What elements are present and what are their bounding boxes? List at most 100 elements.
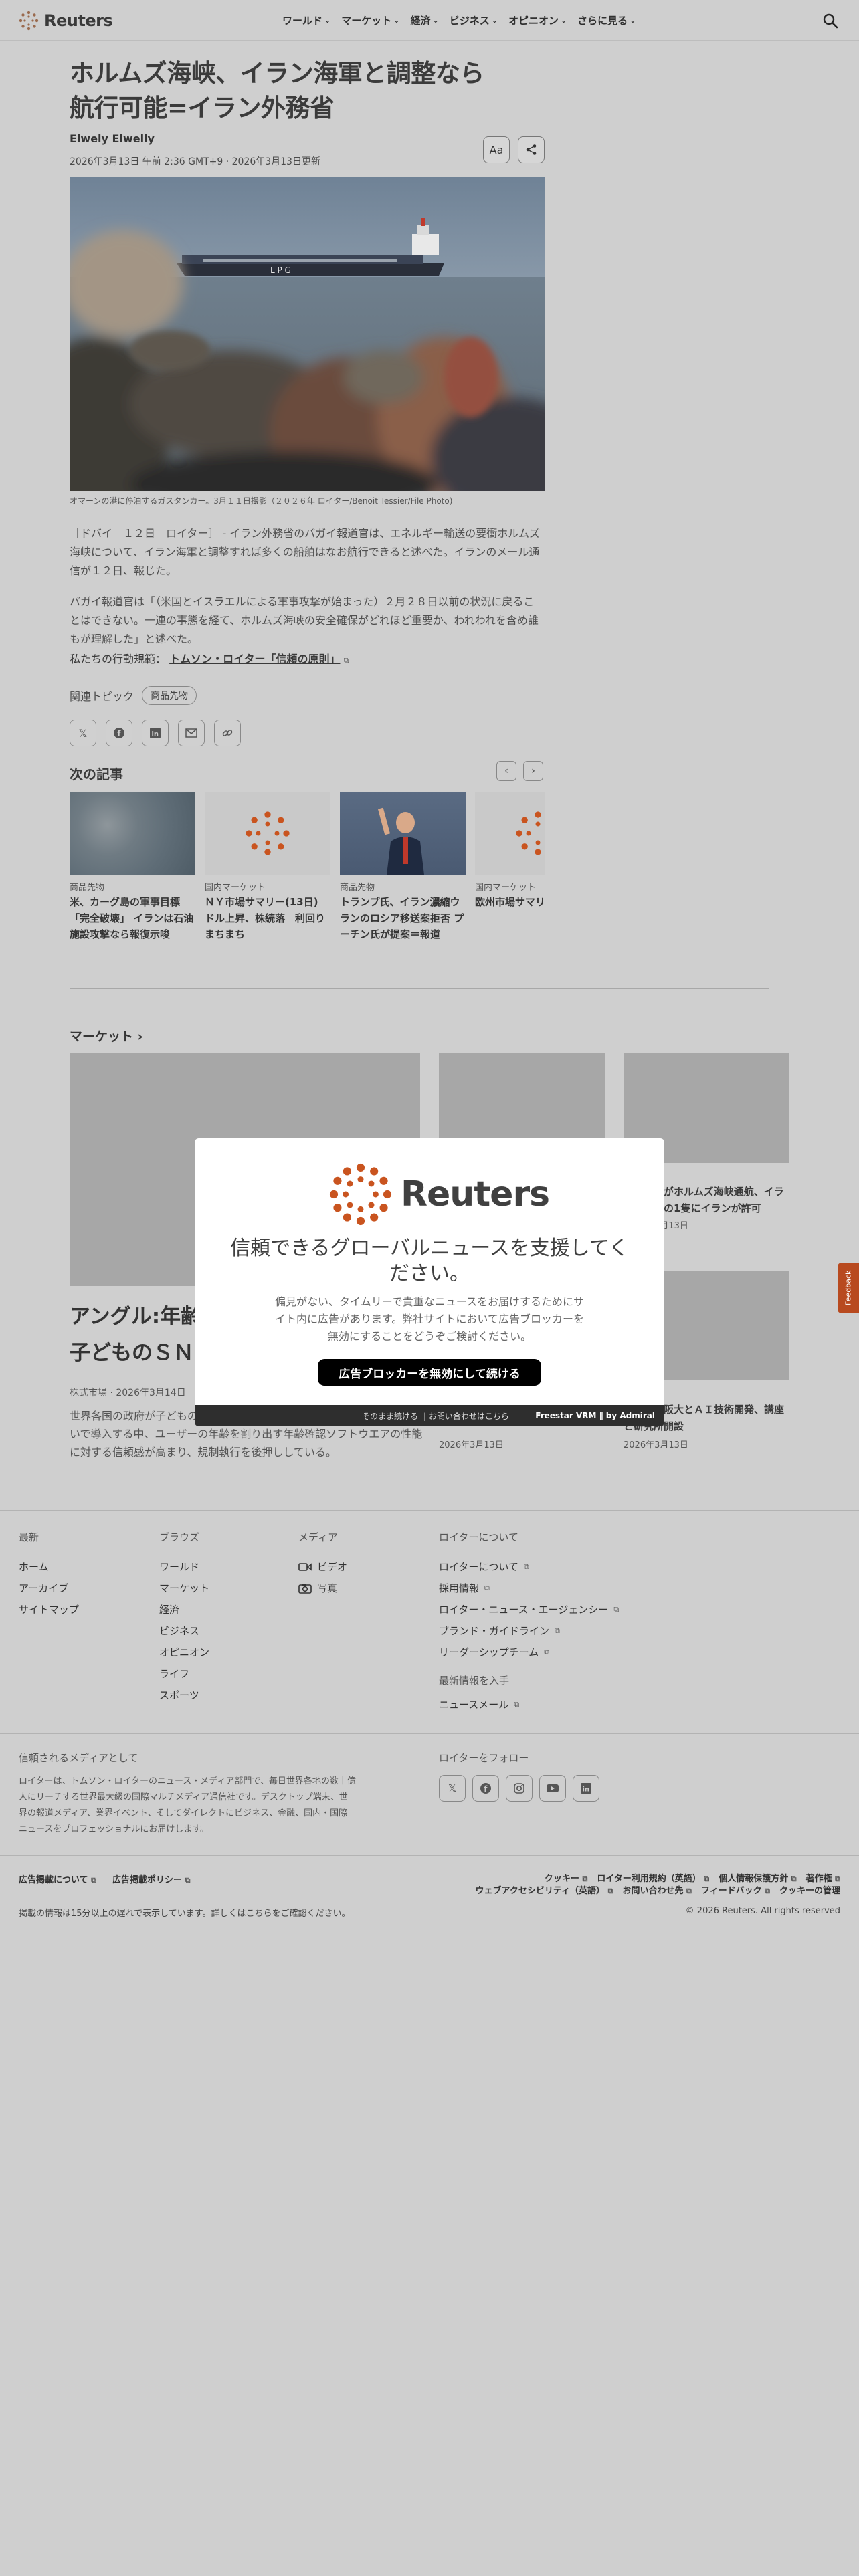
carousel-prev-button[interactable]: ‹ [496, 761, 516, 781]
chevron-down-icon: ⌄ [432, 16, 439, 25]
modal-brand-name: Reuters [401, 1174, 550, 1214]
footer-link-video[interactable]: ビデオ [298, 1556, 347, 1578]
footer-legal-link[interactable]: 著作権 ⧉ [806, 1871, 840, 1884]
footer-legal-link[interactable]: クッキー ⧉ [545, 1871, 587, 1884]
reuters-logo[interactable]: Reuters [19, 9, 113, 32]
footer-link[interactable]: リーダーシップチーム ⧉ [439, 1642, 619, 1663]
reuters-mark-icon [19, 11, 39, 31]
footer-legal-link[interactable]: 個人情報保護方針 ⧉ [719, 1871, 796, 1884]
text-size-button[interactable]: Aa [483, 136, 510, 163]
nav-opinion[interactable]: オピニオン ⌄ [508, 13, 567, 27]
footer-legal-text: お問い合わせ先 [622, 1886, 684, 1896]
footer-link[interactable]: ビジネス [159, 1620, 209, 1642]
continue-anyway-link[interactable]: そのまま続ける [362, 1412, 423, 1421]
footer-link[interactable]: ブランド・ガイドライン ⧉ [439, 1620, 619, 1642]
author-name[interactable]: Elwely Elwelly [70, 132, 545, 145]
nav-more[interactable]: さらに見る ⌄ [577, 13, 636, 27]
footer-link[interactable]: サイトマップ [19, 1599, 79, 1620]
story-card[interactable]: 商品先物 トランプ氏、イラン濃縮ウランのロシア移送案拒否 プーチン氏が提案＝報道 [340, 792, 466, 942]
trust-description: ロイターは、トムソン・ロイターのニュース・メディア部門で、毎日世界各地の数十億人… [19, 1776, 356, 1834]
feedback-tab[interactable]: Feedback [838, 1263, 859, 1313]
footer-link-text: マーケット [159, 1582, 210, 1594]
footer-link[interactable]: ニュースメール ⧉ [439, 1694, 519, 1715]
principles-prefix: 私たちの行動規範： [70, 653, 167, 665]
article-paragraph: ［ドバイ １２日 ロイター］ - イラン外務省のバガイ報道官は、エネルギー輸送の… [70, 527, 540, 577]
share-button[interactable] [518, 136, 545, 163]
camera-icon [298, 1584, 312, 1594]
story-card[interactable]: 商品先物 米、カーグ島の軍事目標「完全破壊」 イランは石油施設攻撃なら報復示唆 [70, 792, 195, 942]
tanker-label: L P G [270, 265, 291, 275]
nav-business[interactable]: ビジネス ⌄ [450, 13, 498, 27]
footer-link[interactable]: ロイター・ニュース・エージェンシー ⧉ [439, 1599, 619, 1620]
copyright: © 2026 Reuters. All rights reserved [685, 1906, 840, 1916]
footer-legal-text: 個人情報保護方針 [719, 1874, 789, 1884]
title-line: 航行可能=イラン外務省 [70, 94, 335, 122]
chevron-down-icon: ⌄ [324, 16, 331, 25]
footer-legal-text: クッキーの管理 [779, 1886, 840, 1896]
nav-label: 経済 [410, 15, 431, 27]
nav-markets[interactable]: マーケット ⌄ [341, 13, 399, 27]
topic-chip[interactable]: 商品先物 [142, 686, 197, 705]
follow-facebook-button[interactable]: f [472, 1775, 499, 1802]
share-facebook-button[interactable]: f [106, 720, 132, 746]
share-email-button[interactable] [178, 720, 205, 746]
footer-link[interactable]: アーカイブ [19, 1578, 79, 1599]
follow-x-button[interactable]: 𝕏 [439, 1775, 466, 1802]
footer-legal-link[interactable]: クッキーの管理 [779, 1883, 840, 1896]
external-link-icon: ⧉ [514, 1700, 520, 1709]
footer-legal-link[interactable]: 広告掲載ポリシー ⧉ [112, 1872, 190, 1885]
share-linkedin-button[interactable]: in [142, 720, 169, 746]
footer-link[interactable]: ワールド [159, 1556, 209, 1578]
follow-youtube-button[interactable] [539, 1775, 566, 1802]
nav-world[interactable]: ワールド ⌄ [282, 13, 330, 27]
follow-linkedin-button[interactable]: in [573, 1775, 599, 1802]
story-category: 商品先物 [340, 883, 375, 893]
footer-legal-link[interactable]: フィードバック ⧉ [701, 1883, 770, 1896]
footer-link[interactable]: マーケット [159, 1578, 209, 1599]
footer-legal-link[interactable]: 広告掲載について ⧉ [19, 1872, 96, 1885]
footer-heading: 最新 [19, 1531, 39, 1543]
market-story-date: 2026年3月13日 [439, 1440, 504, 1451]
footer-link-text: ロイターについて [439, 1561, 518, 1573]
footer-link[interactable]: 採用情報 ⧉ [439, 1578, 619, 1599]
external-link-icon: ⧉ [91, 1876, 97, 1885]
footer-legal-link[interactable]: ロイター利用規約（英語） ⧉ [597, 1871, 709, 1884]
footer-link[interactable]: スポーツ [159, 1685, 209, 1706]
footer-link[interactable]: ロイターについて ⧉ [439, 1556, 619, 1578]
site-header: Reuters ワールド ⌄ マーケット ⌄ 経済 ⌄ ビジネス ⌄ オピニオン ⌄ さら… [0, 0, 859, 41]
contact-link[interactable]: お問い合わせはこちら [429, 1412, 514, 1421]
footer-link[interactable]: ライフ [159, 1663, 209, 1685]
footer-legal-link[interactable]: ウェブアクセシビリティ（英語） ⧉ [475, 1883, 613, 1896]
link-icon [222, 730, 233, 736]
footer-legal-link[interactable]: お問い合わせ先 ⧉ [622, 1883, 691, 1896]
article-body: ［ドバイ １２日 ロイター］ - イラン外務省のバガイ報道官は、エネルギー輸送の… [70, 524, 545, 661]
footer-link-text: スポーツ [159, 1689, 199, 1701]
footer-link-text: ホーム [19, 1561, 49, 1573]
disable-adblock-button[interactable]: 広告ブロッカーを無効にして続ける [318, 1359, 541, 1386]
external-link-icon: ⧉ [544, 1648, 550, 1656]
vendor-label: Freestar VRM ∥ by Admiral [535, 1411, 655, 1420]
market-section-title[interactable]: マーケット › [70, 1027, 142, 1045]
nav-economy[interactable]: 経済 ⌄ [410, 13, 438, 27]
tanker-photo: L P G [70, 177, 545, 491]
section-divider [70, 988, 769, 989]
carousel-next-button[interactable]: › [523, 761, 543, 781]
footer-link-text: ビジネス [159, 1625, 200, 1637]
trust-principles-link[interactable]: トムソン・ロイター「信頼の原則」 [169, 653, 340, 665]
footer-link[interactable]: ホーム [19, 1556, 79, 1578]
footer-link[interactable]: 経済 [159, 1599, 209, 1620]
story-thumbnail [70, 792, 195, 875]
footer-link[interactable]: オピニオン [159, 1642, 209, 1663]
story-card[interactable]: 国内マーケット ＮＹ市場サマリー(13日) ドル上昇、株続落 利回りまちまち [205, 792, 330, 942]
story-card[interactable]: 国内マーケット 欧州市場サマリー(13日) [475, 792, 545, 942]
story-title: ＮＹ市場サマリー(13日) ドル上昇、株続落 利回りまちまち [205, 896, 326, 940]
search-button[interactable] [822, 12, 839, 29]
copy-link-button[interactable] [214, 720, 241, 746]
article-tools: Aa [483, 136, 545, 163]
follow-instagram-button[interactable] [506, 1775, 533, 1802]
story-title: 米、カーグ島の軍事目標「完全破壊」 イランは石油施設攻撃なら報復示唆 [70, 896, 194, 940]
delay-note: 掲載の情報は15分以上の遅れで表示しています。詳しくはこちらをご確認ください。 [19, 1909, 351, 1919]
footer-link-photos[interactable]: 写真 [298, 1578, 347, 1599]
share-x-button[interactable]: 𝕏 [70, 720, 96, 746]
external-link-icon: ⧉ [765, 1887, 770, 1895]
